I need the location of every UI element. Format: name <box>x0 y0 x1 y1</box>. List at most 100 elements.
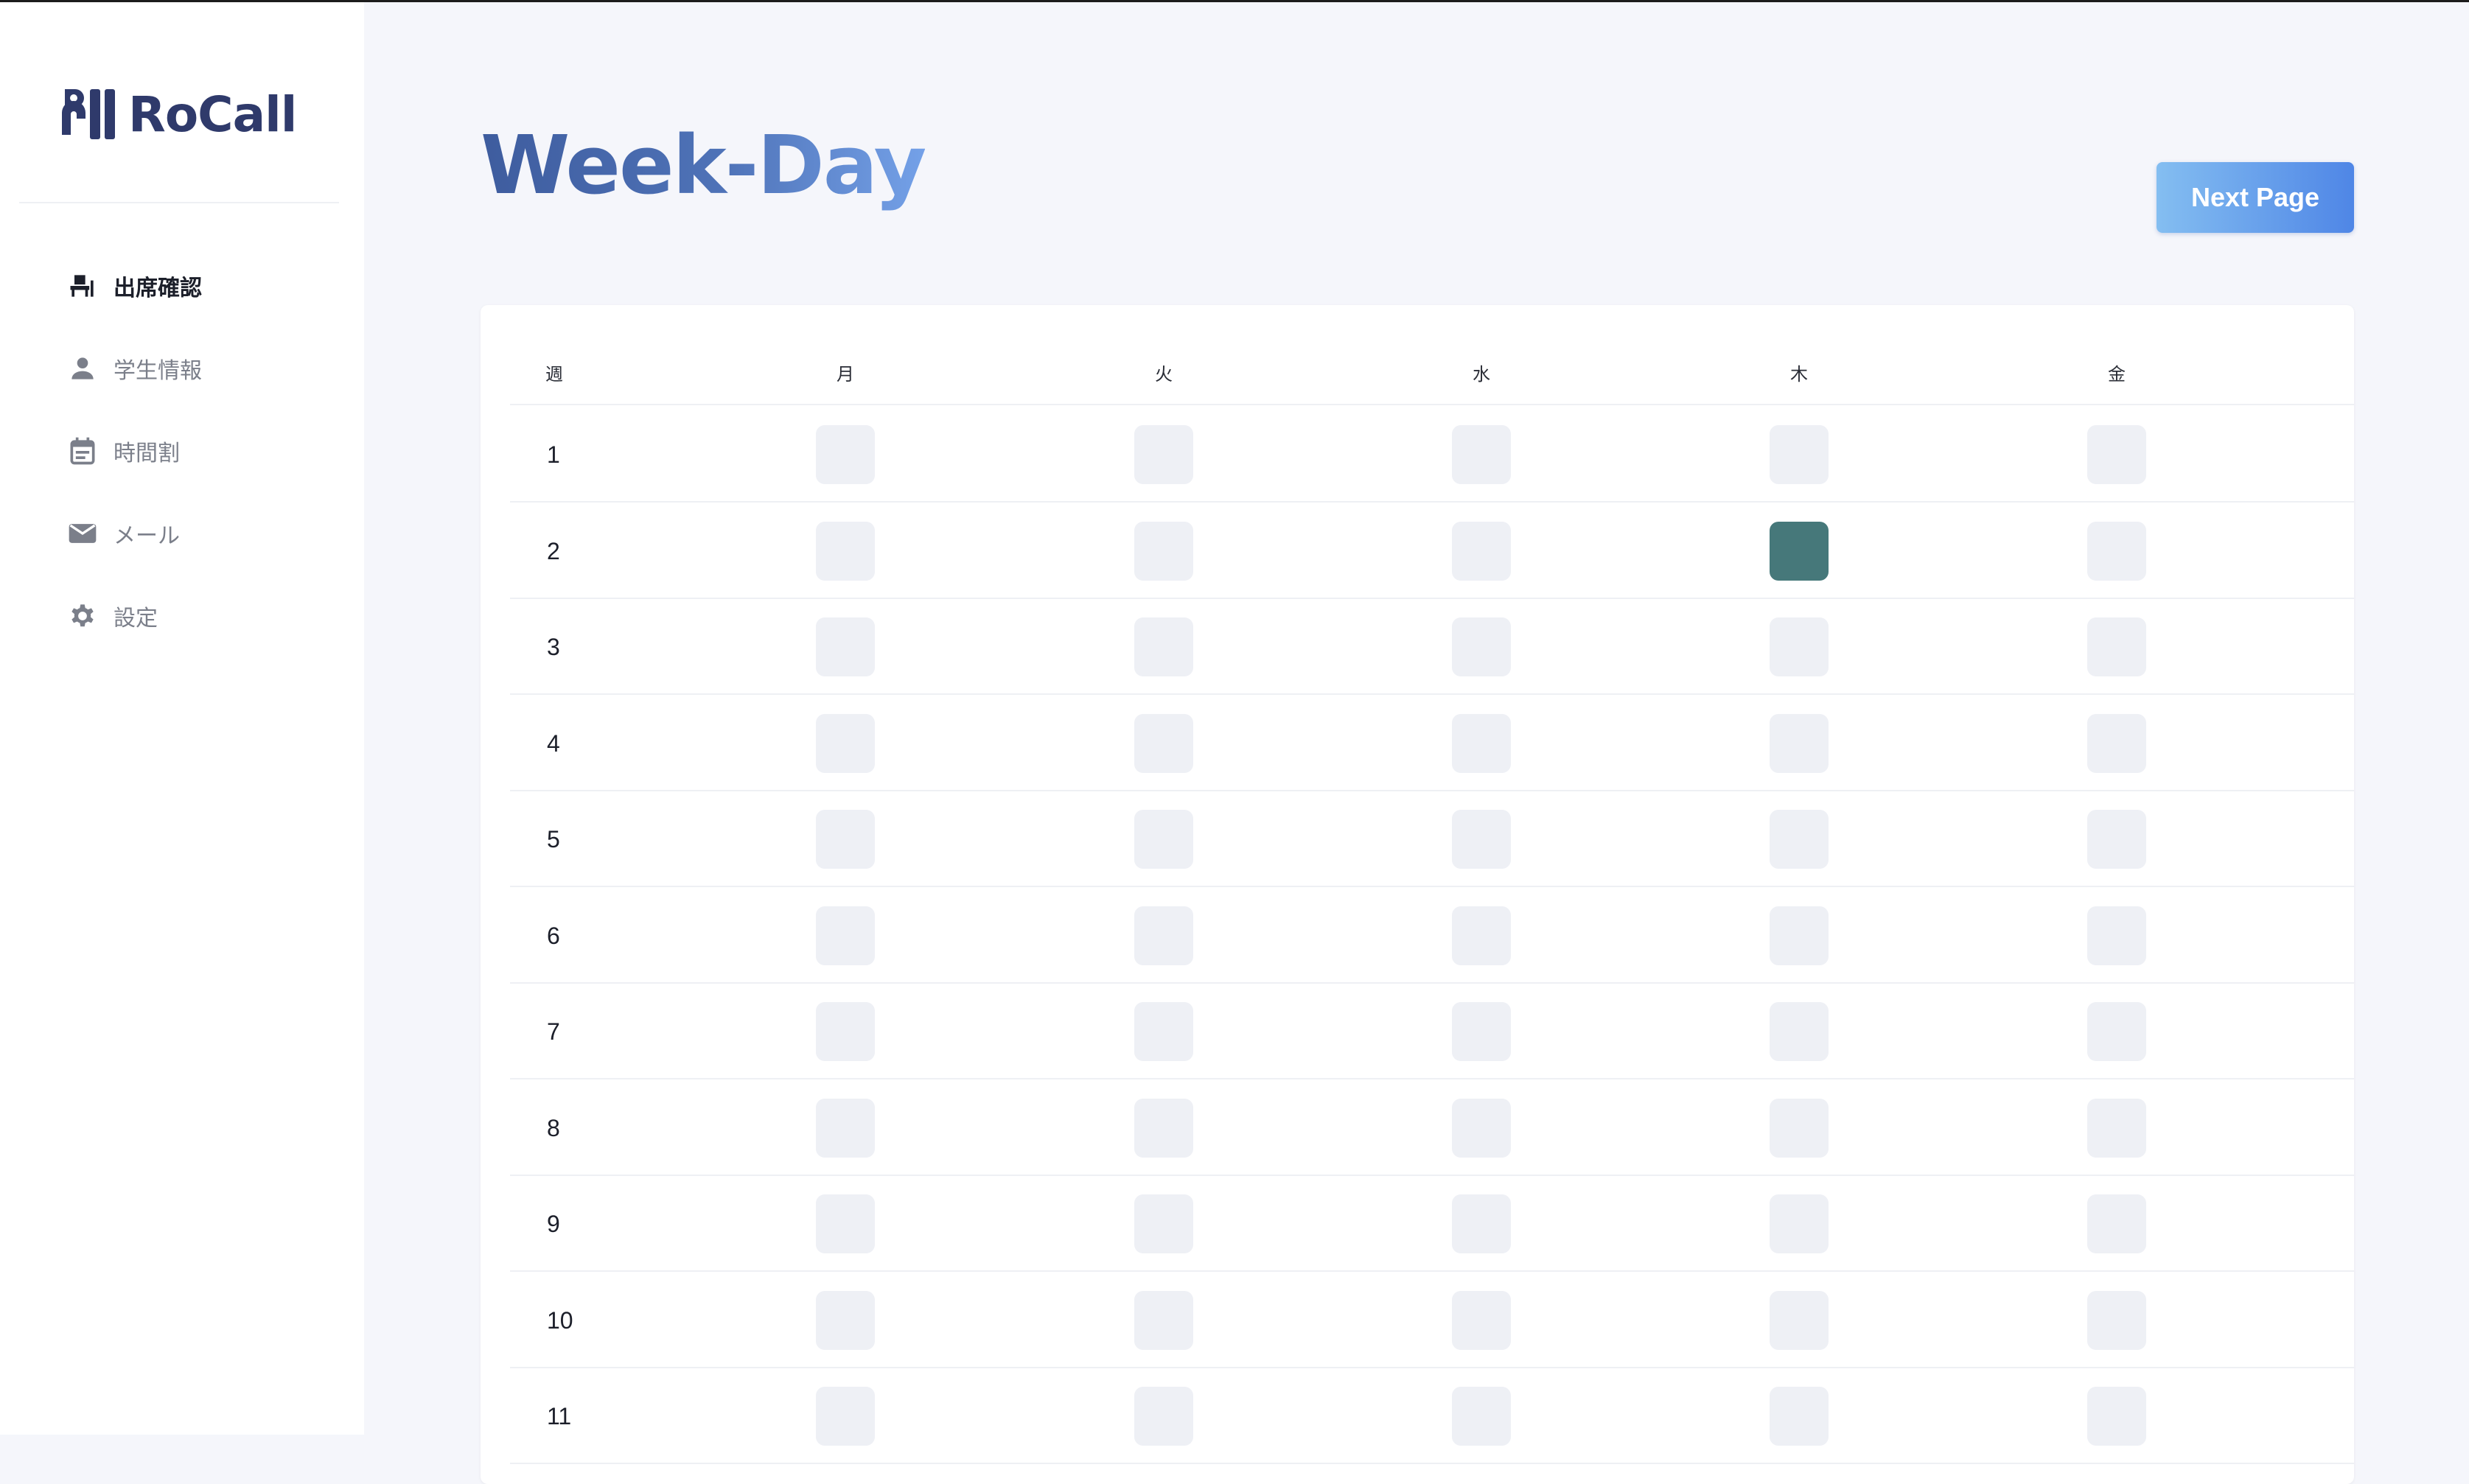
week-number: 4 <box>547 729 560 757</box>
rocall-logo-icon <box>62 89 115 139</box>
week-number: 6 <box>547 922 560 949</box>
attendance-cell[interactable] <box>816 425 875 484</box>
attendance-cell[interactable] <box>1770 1002 1829 1061</box>
attendance-cell[interactable] <box>1452 1290 1511 1350</box>
table-row: 7 <box>510 984 2354 1079</box>
attendance-cell[interactable] <box>1134 713 1193 773</box>
attendance-cell[interactable] <box>1134 521 1193 581</box>
attendance-cell-selected[interactable] <box>1770 521 1829 581</box>
sidebar-item-attendance[interactable]: 出席確認 <box>65 245 202 327</box>
attendance-cell[interactable] <box>1770 906 1829 965</box>
sidebar-item-label: 出席確認 <box>114 276 202 301</box>
attendance-cell[interactable] <box>1770 810 1829 869</box>
attendance-cell[interactable] <box>816 810 875 869</box>
attendance-cell[interactable] <box>2087 1290 2146 1350</box>
table-row: 5 <box>510 791 2354 887</box>
attendance-cell[interactable] <box>816 1194 875 1253</box>
column-header: 金 <box>2108 365 2126 385</box>
table-header: 週月火水木金 <box>510 349 2354 405</box>
week-number: 1 <box>547 441 560 468</box>
week-number: 9 <box>547 1211 560 1237</box>
table-row: 10 <box>510 1273 2354 1368</box>
attendance-cell[interactable] <box>1770 713 1829 773</box>
sidebar-item-label: 学生情報 <box>114 359 202 383</box>
week-number: 3 <box>547 634 560 660</box>
attendance-cell[interactable] <box>2087 810 2146 869</box>
attendance-cell[interactable] <box>1452 617 1511 676</box>
sidebar-item-mail[interactable]: メール <box>65 492 202 575</box>
next-page-button[interactable]: Next Page <box>2157 162 2354 233</box>
table-row: 9 <box>510 1176 2354 1272</box>
attendance-cell[interactable] <box>1134 810 1193 869</box>
attendance-cell[interactable] <box>816 1002 875 1061</box>
sidebar-item-timetable[interactable]: 時間割 <box>65 410 202 492</box>
attendance-cell[interactable] <box>1452 521 1511 581</box>
week-number: 11 <box>547 1403 572 1429</box>
attendance-cell[interactable] <box>816 713 875 773</box>
attendance-cell[interactable] <box>1452 810 1511 869</box>
attendance-cell[interactable] <box>1452 1387 1511 1446</box>
attendance-cell[interactable] <box>816 906 875 965</box>
attendance-cell[interactable] <box>1770 1194 1829 1253</box>
table-row: 6 <box>510 888 2354 984</box>
attendance-cell[interactable] <box>2087 521 2146 581</box>
attendance-cell[interactable] <box>1770 617 1829 676</box>
attendance-cell[interactable] <box>2087 1098 2146 1158</box>
app-logo[interactable]: RoCall <box>57 81 297 147</box>
attendance-cell[interactable] <box>1134 617 1193 676</box>
attendance-cell[interactable] <box>1770 1098 1829 1158</box>
seat-icon <box>65 268 100 304</box>
attendance-cell[interactable] <box>816 521 875 581</box>
week-number: 8 <box>547 1114 560 1141</box>
attendance-cell[interactable] <box>1770 425 1829 484</box>
table-row: 3 <box>510 599 2354 695</box>
attendance-cell[interactable] <box>1770 1387 1829 1446</box>
attendance-cell[interactable] <box>2087 425 2146 484</box>
sidebar-item-label: 時間割 <box>114 441 180 466</box>
window-top-edge <box>0 0 2469 2</box>
attendance-cell[interactable] <box>2087 617 2146 676</box>
attendance-cell[interactable] <box>1134 425 1193 484</box>
sidebar-item-student-info[interactable]: 学生情報 <box>65 327 202 410</box>
attendance-cell[interactable] <box>816 1098 875 1158</box>
table-row: 11 <box>510 1368 2354 1464</box>
attendance-cell[interactable] <box>1452 1002 1511 1061</box>
table-row: 8 <box>510 1080 2354 1176</box>
attendance-cell[interactable] <box>1134 1290 1193 1350</box>
attendance-cell[interactable] <box>1134 1098 1193 1158</box>
attendance-cell[interactable] <box>1452 906 1511 965</box>
app-name: RoCall <box>128 85 297 143</box>
attendance-cell[interactable] <box>1134 1002 1193 1061</box>
attendance-cell[interactable] <box>1134 1387 1193 1446</box>
table-row: 1 <box>510 407 2354 503</box>
week-number: 7 <box>547 1018 560 1045</box>
attendance-cell[interactable] <box>1452 1098 1511 1158</box>
column-header: 週 <box>545 365 563 385</box>
week-number: 2 <box>547 537 560 564</box>
attendance-cell[interactable] <box>1770 1290 1829 1350</box>
attendance-cell[interactable] <box>1452 713 1511 773</box>
table-row: 4 <box>510 696 2354 791</box>
attendance-cell[interactable] <box>1134 906 1193 965</box>
attendance-cell[interactable] <box>2087 906 2146 965</box>
sidebar-divider <box>19 202 339 203</box>
attendance-cell[interactable] <box>816 1387 875 1446</box>
attendance-cell[interactable] <box>2087 713 2146 773</box>
sidebar: RoCall 出席確認 学生情報 時間割 メール 設定 <box>0 0 364 1435</box>
attendance-cell[interactable] <box>816 617 875 676</box>
attendance-cell[interactable] <box>1452 425 1511 484</box>
attendance-cell[interactable] <box>2087 1002 2146 1061</box>
column-header: 月 <box>837 365 854 385</box>
attendance-cell[interactable] <box>2087 1194 2146 1253</box>
page-title: Week-Day <box>481 118 926 212</box>
attendance-cell[interactable] <box>1452 1194 1511 1253</box>
column-header: 水 <box>1473 365 1490 385</box>
attendance-cell[interactable] <box>816 1290 875 1350</box>
sidebar-item-settings[interactable]: 設定 <box>65 575 202 657</box>
attendance-cell[interactable] <box>2087 1387 2146 1446</box>
person-icon <box>65 351 100 386</box>
week-number: 5 <box>547 826 560 853</box>
column-header: 木 <box>1790 365 1808 385</box>
week-number: 10 <box>547 1306 573 1334</box>
attendance-cell[interactable] <box>1134 1194 1193 1253</box>
